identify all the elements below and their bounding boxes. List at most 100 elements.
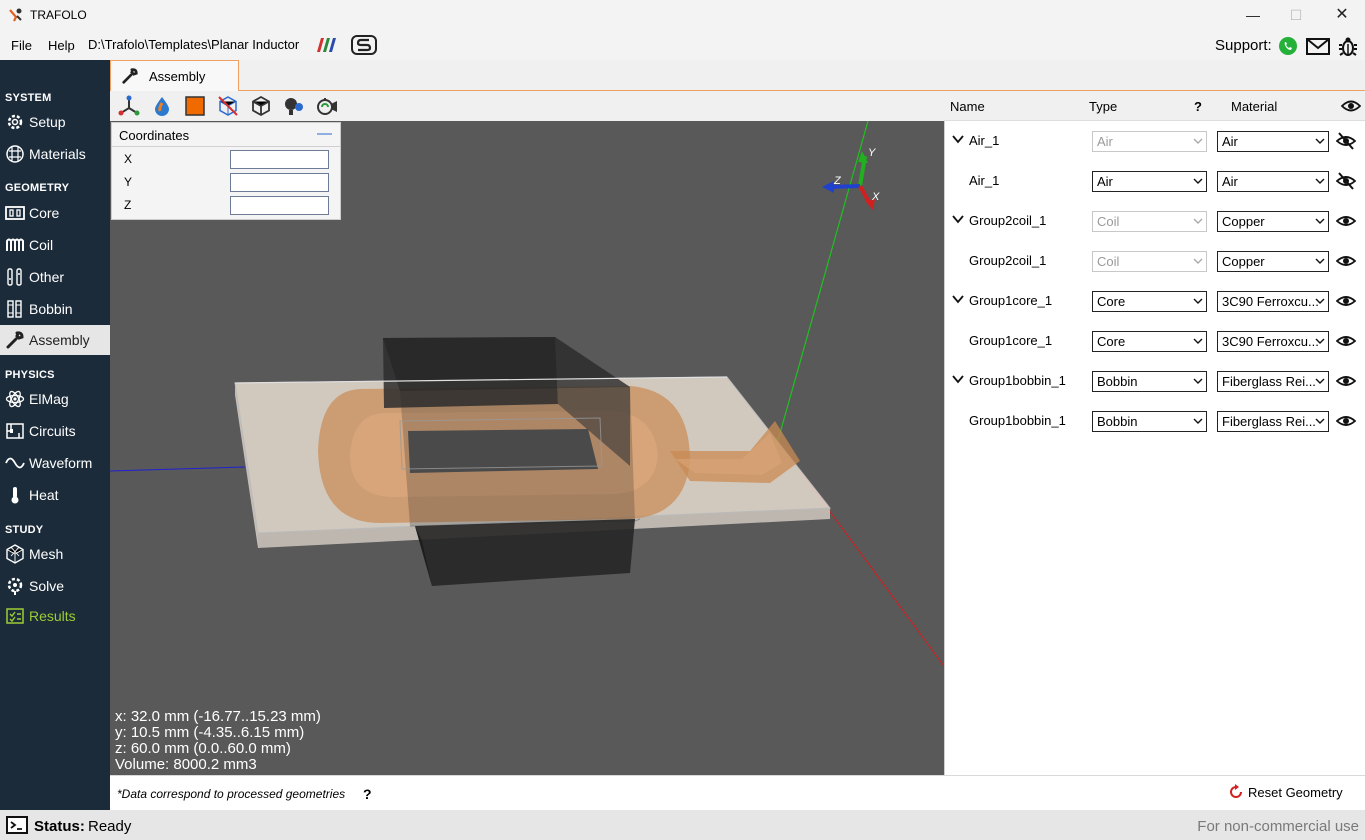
- note-help-button[interactable]: ?: [363, 786, 372, 802]
- axes-icon[interactable]: [117, 94, 141, 118]
- app-title: TRAFOLO: [30, 8, 87, 22]
- bobbin-icon: [5, 299, 25, 319]
- chevron-down-icon: [1315, 178, 1325, 184]
- gizmo-x-label: X: [871, 191, 880, 203]
- eye-off-icon[interactable]: [1335, 131, 1357, 151]
- type-select[interactable]: Air: [1092, 171, 1207, 192]
- type-help-button[interactable]: ?: [1194, 99, 1202, 114]
- chevron-down-icon[interactable]: [952, 293, 964, 305]
- menu-file[interactable]: File: [11, 38, 32, 53]
- whatsapp-icon[interactable]: [1277, 35, 1299, 57]
- type-select: Coil: [1092, 211, 1207, 232]
- collapse-button[interactable]: —: [317, 125, 332, 142]
- material-select[interactable]: Fiberglass Rei...: [1217, 371, 1329, 392]
- sidebar-item-core[interactable]: Core: [0, 198, 110, 228]
- bug-icon[interactable]: [1337, 35, 1359, 57]
- menu-help[interactable]: Help: [48, 38, 75, 53]
- sidebar-item-materials[interactable]: Materials: [0, 139, 110, 169]
- tree-row[interactable]: Group1bobbin_1 Bobbin Fiberglass Rei...: [945, 401, 1365, 441]
- tree-item-name: Group2coil_1: [969, 213, 1047, 228]
- circuit-icon: [5, 421, 25, 441]
- eye-icon[interactable]: [1335, 331, 1357, 351]
- square-icon[interactable]: [183, 94, 207, 118]
- type-select-value: Bobbin: [1097, 414, 1138, 429]
- tree-row[interactable]: Group2coil_1 Coil Copper: [945, 201, 1365, 241]
- type-select[interactable]: Core: [1092, 331, 1207, 352]
- tree-row[interactable]: Group1bobbin_1 Bobbin Fiberglass Rei...: [945, 361, 1365, 401]
- y-coordinate-input[interactable]: [230, 173, 329, 192]
- sidebar-item-label: Waveform: [29, 455, 93, 471]
- eye-icon[interactable]: [1335, 291, 1357, 311]
- sidebar-item-setup[interactable]: Setup: [0, 107, 110, 137]
- close-button[interactable]: ✕: [1319, 4, 1365, 26]
- paraview-icon[interactable]: [315, 34, 339, 56]
- type-select-value: Core: [1097, 294, 1126, 309]
- material-select[interactable]: Air: [1217, 131, 1329, 152]
- minimize-button[interactable]: —: [1230, 4, 1276, 26]
- core-middle: [399, 387, 641, 527]
- type-select[interactable]: Bobbin: [1092, 411, 1207, 432]
- chevron-down-icon[interactable]: [952, 133, 964, 145]
- sidebar-section-system: SYSTEM: [5, 92, 52, 104]
- eye-icon[interactable]: [1335, 251, 1357, 271]
- material-select[interactable]: Copper: [1217, 211, 1329, 232]
- sidebar-item-elmag[interactable]: ElMag: [0, 384, 110, 414]
- x-coordinate-input[interactable]: [230, 150, 329, 169]
- tree-row[interactable]: Group2coil_1 Coil Copper: [945, 241, 1365, 281]
- type-select[interactable]: Bobbin: [1092, 371, 1207, 392]
- material-select[interactable]: 3C90 Ferroxcu...: [1217, 331, 1329, 352]
- eye-icon[interactable]: [1335, 371, 1357, 391]
- no-mesh-icon[interactable]: [216, 94, 240, 118]
- maximize-button[interactable]: ☐: [1273, 4, 1319, 26]
- tree-row[interactable]: Group1core_1 Core 3C90 Ferroxcu...: [945, 281, 1365, 321]
- project-path: D:\Trafolo\Templates\Planar Inductor: [88, 37, 300, 52]
- eye-icon[interactable]: [1341, 97, 1361, 115]
- tree-item-name: Group1bobbin_1: [969, 413, 1066, 428]
- sidebar-item-other[interactable]: Other: [0, 262, 110, 292]
- sidebar-item-label: Solve: [29, 578, 65, 594]
- column-type: Type: [1089, 99, 1118, 114]
- tree-row[interactable]: Air_1 Air Air: [945, 161, 1365, 201]
- 3d-viewport[interactable]: Y Z X Coordinates — X Y Z x: 32.0 mm (-1…: [110, 121, 944, 775]
- salome-icon[interactable]: [351, 34, 377, 56]
- material-select[interactable]: Copper: [1217, 251, 1329, 272]
- tab-assembly[interactable]: Assembly: [110, 60, 239, 91]
- menu-bar: File Help D:\Trafolo\Templates\Planar In…: [0, 30, 1365, 60]
- sidebar-item-heat[interactable]: Heat: [0, 480, 110, 510]
- sidebar-item-results[interactable]: Results: [0, 601, 110, 631]
- tree-row[interactable]: Group1core_1 Core 3C90 Ferroxcu...: [945, 321, 1365, 361]
- eye-icon[interactable]: [1335, 211, 1357, 231]
- status-label: Status:: [34, 818, 85, 835]
- sidebar-item-mesh[interactable]: Mesh: [0, 539, 110, 569]
- sidebar-item-waveform[interactable]: Waveform: [0, 448, 110, 478]
- axes-gizmo: Y Z X: [822, 147, 880, 210]
- tree-row[interactable]: Air_1 Air Air: [945, 121, 1365, 161]
- support-label: Support:: [1215, 37, 1272, 54]
- z-coordinate-input[interactable]: [230, 196, 329, 215]
- material-select[interactable]: Fiberglass Rei...: [1217, 411, 1329, 432]
- camera-icon[interactable]: [315, 94, 339, 118]
- sidebar-item-bobbin[interactable]: Bobbin: [0, 294, 110, 324]
- eye-off-icon[interactable]: [1335, 171, 1357, 191]
- thermometer-icon: [5, 485, 25, 505]
- cube-icon[interactable]: [249, 94, 273, 118]
- eye-icon[interactable]: [1335, 411, 1357, 431]
- scene-icon[interactable]: [282, 94, 306, 118]
- terminal-icon[interactable]: [6, 816, 28, 834]
- mail-icon[interactable]: [1305, 35, 1331, 57]
- sidebar-item-label: Core: [29, 205, 60, 221]
- sidebar-item-solve[interactable]: Solve: [0, 571, 110, 601]
- drop-icon[interactable]: [150, 94, 174, 118]
- sidebar-item-coil[interactable]: Coil: [0, 230, 110, 260]
- sidebar-item-label: Results: [29, 608, 76, 624]
- reset-geometry-button[interactable]: Reset Geometry: [1228, 784, 1343, 800]
- material-select[interactable]: Air: [1217, 171, 1329, 192]
- type-select[interactable]: Core: [1092, 291, 1207, 312]
- tree-item-name: Air_1: [969, 133, 1000, 148]
- chevron-down-icon[interactable]: [952, 213, 964, 225]
- material-select[interactable]: 3C90 Ferroxcu...: [1217, 291, 1329, 312]
- sidebar-item-assembly[interactable]: Assembly: [0, 325, 110, 355]
- chevron-down-icon[interactable]: [952, 373, 964, 385]
- coordinates-header: Coordinates —: [112, 123, 340, 147]
- sidebar-item-circuits[interactable]: Circuits: [0, 416, 110, 446]
